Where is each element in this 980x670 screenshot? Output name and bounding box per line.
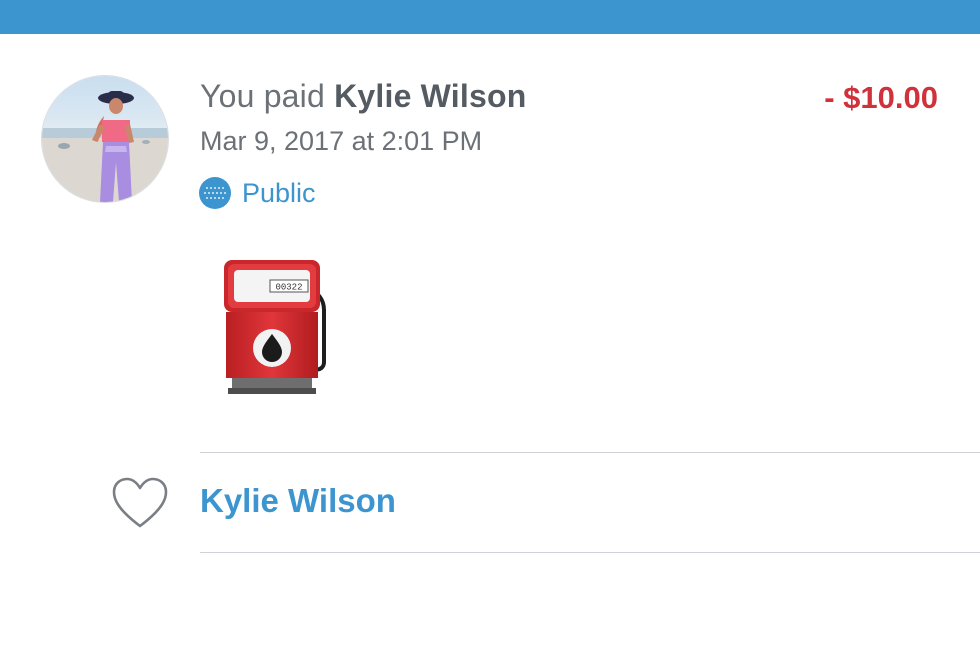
pump-counter: 00322 [275,283,302,293]
liked-by-name[interactable]: Kylie Wilson [200,482,396,520]
fuel-pump-emoji: 00322 [224,260,326,394]
headline-prefix: You paid [200,78,335,114]
divider [200,552,980,553]
recipient-name[interactable]: Kylie Wilson [334,78,526,114]
privacy-setting[interactable]: Public [198,176,316,210]
heart-icon [112,477,168,528]
divider [200,452,980,453]
transaction-headline: You paid Kylie Wilson [200,78,526,115]
app-header-bar [0,0,980,34]
transaction-timestamp: Mar 9, 2017 at 2:01 PM [200,126,483,156]
like-button[interactable] [110,476,170,530]
avatar-photo [42,76,168,202]
avatar[interactable] [42,76,168,202]
privacy-label: Public [242,177,316,208]
transaction-amount: - $10.00 [824,80,938,115]
globe-icon [199,177,231,209]
